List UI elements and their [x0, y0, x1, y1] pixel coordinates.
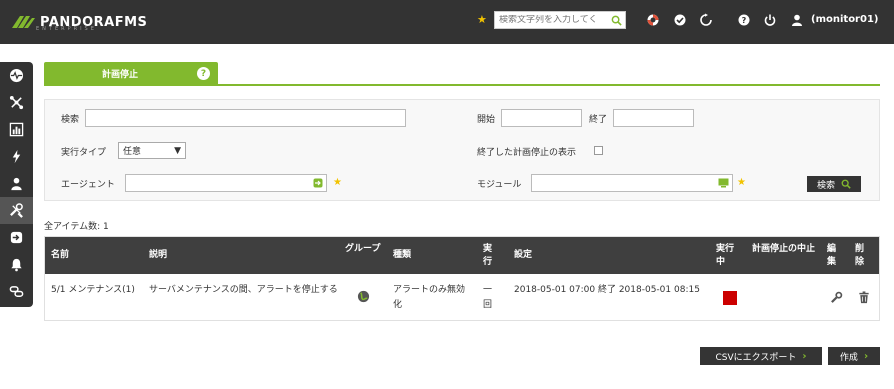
search-label: 検索	[61, 115, 80, 125]
col-running: 実行中	[716, 244, 735, 267]
running-status-indicator	[723, 291, 737, 305]
user-name[interactable]: (monitor01)	[811, 14, 878, 25]
row-name[interactable]: 5/1 メンテナンス(1)	[51, 283, 141, 298]
col-edit: 編集	[827, 244, 837, 267]
check-circle-icon[interactable]	[673, 13, 687, 27]
end-label: 終了	[589, 115, 608, 125]
csv-export-button[interactable]: CSVにエクスポート ›	[700, 347, 822, 365]
csv-export-label: CSVにエクスポート	[715, 352, 797, 363]
chevron-right-icon: ›	[802, 350, 807, 362]
user-icon[interactable]	[790, 13, 804, 27]
search-input[interactable]	[499, 15, 611, 25]
star-icon[interactable]: ★	[477, 13, 487, 26]
col-name: 名前	[51, 250, 70, 260]
tools-icon	[10, 203, 23, 218]
link-icon	[9, 286, 24, 297]
type-label: 実行タイプ	[61, 148, 107, 158]
row-description: サーバメンテナンスの間、アラートを停止する	[149, 285, 338, 295]
create-button[interactable]: 作成 ›	[828, 347, 880, 365]
global-search	[494, 11, 626, 29]
col-type: 種類	[393, 250, 412, 260]
search-button[interactable]: 検索	[807, 176, 861, 192]
agent-label: エージェント	[61, 180, 115, 190]
chevron-right-icon: ›	[863, 350, 869, 362]
logo-subtitle: ENTERPRISE	[36, 26, 97, 32]
login-icon	[10, 231, 23, 244]
type-selected-value: 任意	[123, 147, 142, 157]
search-field[interactable]	[85, 109, 406, 127]
search-icon[interactable]	[611, 15, 622, 26]
row-execution: 一回	[483, 285, 493, 310]
filter-panel: 検索 開始 終了 実行タイプ 任意 ▼ 終了した計画停止の表示 エージェント ★…	[44, 99, 880, 201]
col-delete: 削除	[855, 244, 865, 267]
total-items: 全アイテム数: 1	[44, 222, 109, 232]
trash-icon[interactable]	[858, 291, 870, 304]
downtime-table: 名前 説明 グループ 種類 実行 設定 実行中 計画停止の中止 編集 削除 5/…	[44, 236, 880, 321]
table-header: 名前 説明 グループ 種類 実行 設定 実行中 計画停止の中止 編集 削除	[45, 237, 879, 274]
show-finished-checkbox[interactable]	[594, 146, 603, 155]
end-date-field[interactable]	[613, 109, 694, 127]
create-label: 作成	[839, 352, 858, 363]
col-stop: 計画停止の中止	[752, 244, 816, 254]
start-date-field[interactable]	[501, 109, 582, 127]
group-globe-icon	[357, 290, 370, 303]
sidebar-item-reports[interactable]	[0, 116, 33, 143]
sidebar-item-users[interactable]	[0, 170, 33, 197]
module-label: モジュール	[477, 180, 522, 190]
sidebar-item-events[interactable]	[0, 143, 33, 170]
show-finished-label: 終了した計画停止の表示	[477, 148, 577, 158]
wrench-icon[interactable]	[830, 291, 843, 304]
table-row: 5/1 メンテナンス(1) サーバメンテナンスの間、アラートを停止する アラート…	[45, 274, 879, 320]
row-type: アラートのみ無効化	[393, 285, 466, 310]
tab-scheduled-downtime[interactable]: 計画停止 ?	[44, 62, 218, 85]
chart-icon	[9, 122, 24, 137]
bell-icon	[11, 258, 22, 272]
network-icon	[9, 95, 24, 110]
agent-search-icon[interactable]	[313, 178, 323, 188]
refresh-icon[interactable]	[699, 13, 713, 27]
pulse-icon	[9, 68, 24, 83]
search-button-label: 検索	[816, 180, 835, 191]
module-search-icon[interactable]	[718, 178, 729, 188]
sidebar-item-alerts[interactable]	[0, 251, 33, 278]
pandora-logo-icon	[12, 16, 35, 28]
tab-underline	[44, 84, 880, 86]
svg-text:?: ?	[742, 16, 747, 25]
agent-field[interactable]	[125, 174, 327, 192]
bolt-icon	[12, 149, 21, 164]
type-select[interactable]: 任意 ▼	[118, 142, 186, 159]
search-icon	[841, 179, 851, 189]
col-config: 設定	[514, 250, 533, 260]
power-icon[interactable]	[763, 13, 777, 27]
col-group: グループ	[345, 244, 381, 254]
help-icon[interactable]: ?	[737, 13, 751, 27]
module-field[interactable]	[531, 174, 733, 192]
sidebar-item-monitoring[interactable]	[0, 62, 33, 89]
col-description: 説明	[149, 250, 168, 260]
sidebar-item-links[interactable]	[0, 278, 33, 305]
sidebar-item-tools[interactable]	[0, 197, 33, 224]
sidebar-item-extensions[interactable]	[0, 224, 33, 251]
sidebar	[0, 62, 33, 307]
dropdown-arrow-icon: ▼	[174, 145, 181, 156]
lifebuoy-icon[interactable]	[646, 13, 660, 27]
users-icon	[11, 177, 22, 191]
col-execution: 実行	[483, 244, 493, 267]
help-icon[interactable]: ?	[197, 67, 210, 80]
row-config: 2018-05-01 07:00 終了 2018-05-01 08:15	[514, 285, 700, 295]
sidebar-item-network[interactable]	[0, 89, 33, 116]
tab-label: 計画停止	[102, 70, 139, 80]
agent-star-icon[interactable]: ★	[333, 177, 342, 188]
start-label: 開始	[477, 115, 496, 125]
module-star-icon[interactable]: ★	[737, 177, 746, 188]
top-bar: PANDORAFMS ENTERPRISE ★ ? (monitor01)	[0, 0, 894, 44]
